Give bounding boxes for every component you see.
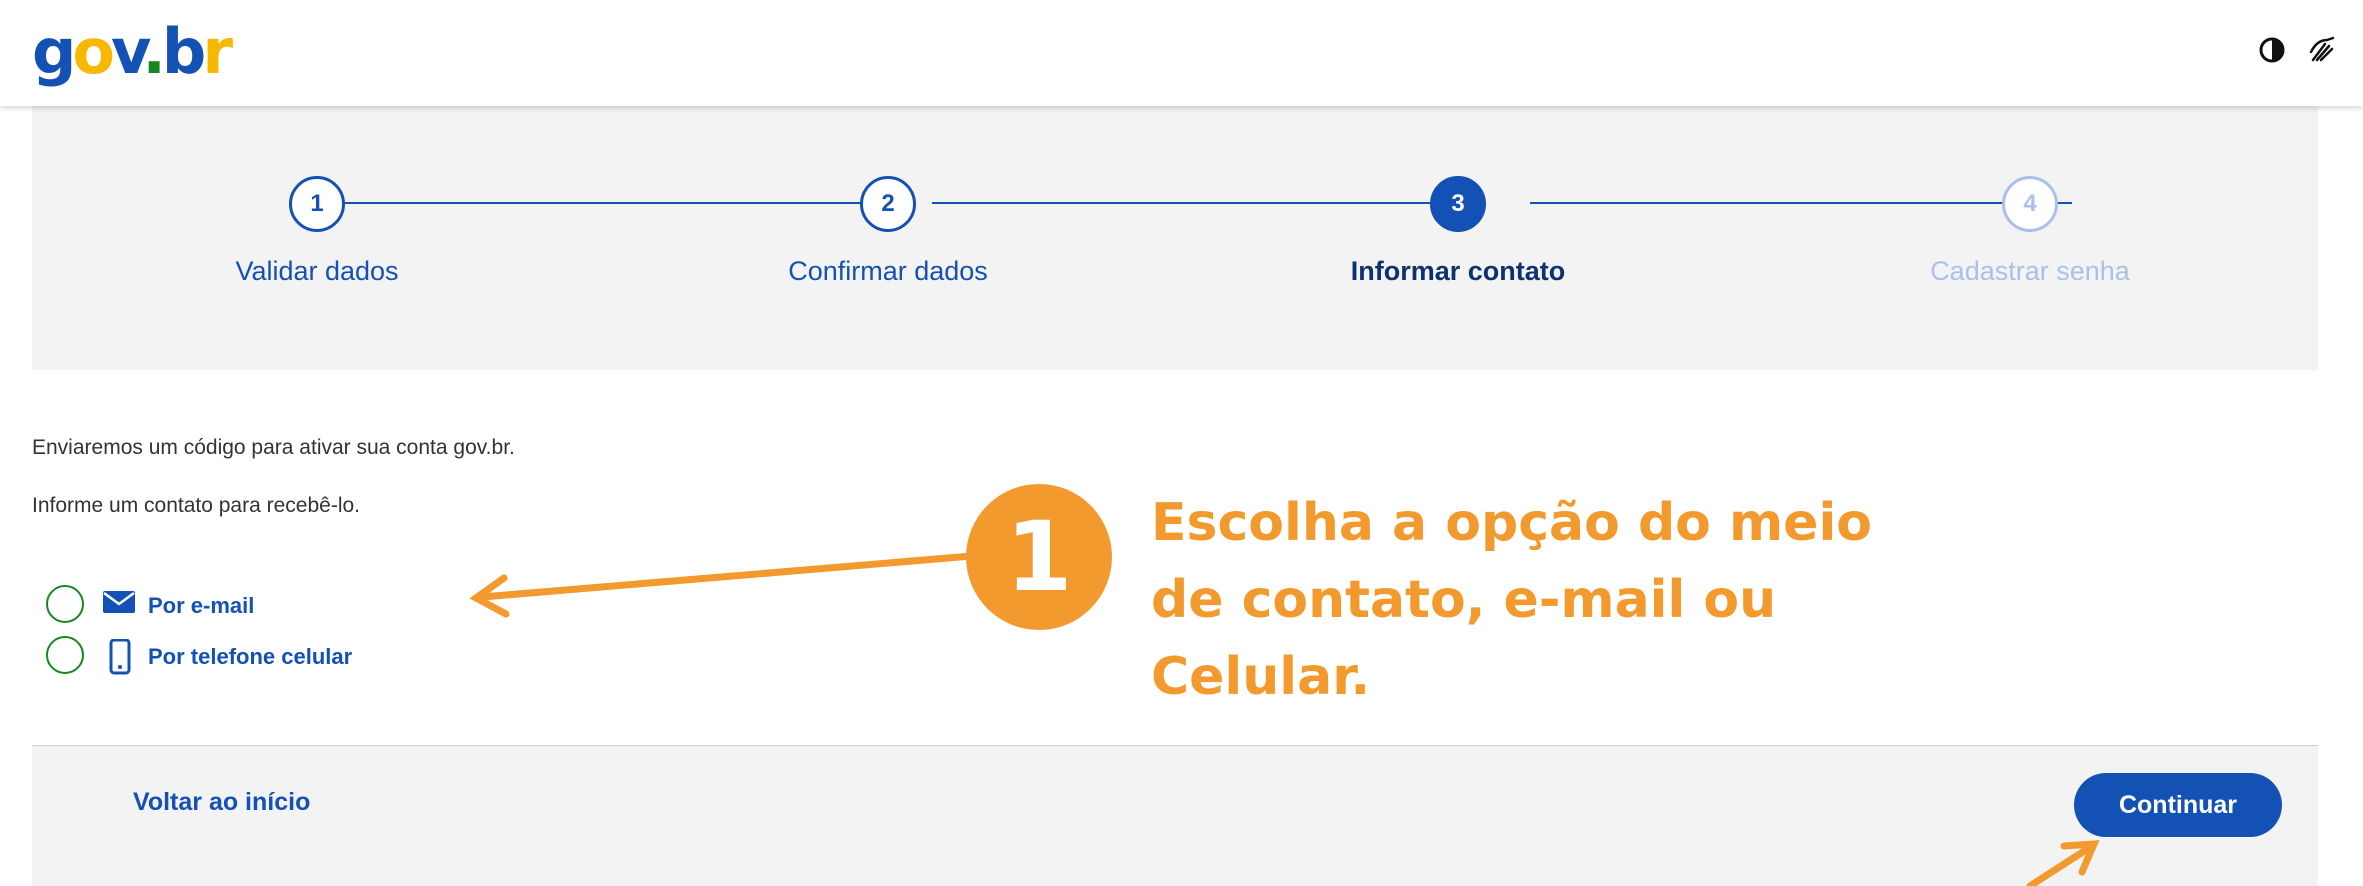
site-header: gov.br: [0, 0, 2363, 106]
logo-dot: .: [142, 15, 165, 88]
libras-hands-icon[interactable]: [2303, 30, 2343, 70]
annotation-arrows: [469, 552, 2100, 886]
annotation-step-badge: 1: [966, 484, 1112, 630]
annotation-arrow-shaft: [478, 552, 976, 601]
logo-letter-r: r: [202, 15, 233, 88]
logo-letter-g: g: [32, 15, 76, 88]
govbr-logo[interactable]: gov.br: [32, 12, 233, 92]
annotation-caption: Escolha a opção do meio de contato, e-ma…: [1151, 493, 1872, 707]
contrast-icon[interactable]: [2252, 30, 2292, 70]
logo-letter-o: o: [72, 15, 115, 88]
logo-letter-b: b: [161, 15, 206, 88]
logo-letter-v: v: [111, 15, 146, 88]
